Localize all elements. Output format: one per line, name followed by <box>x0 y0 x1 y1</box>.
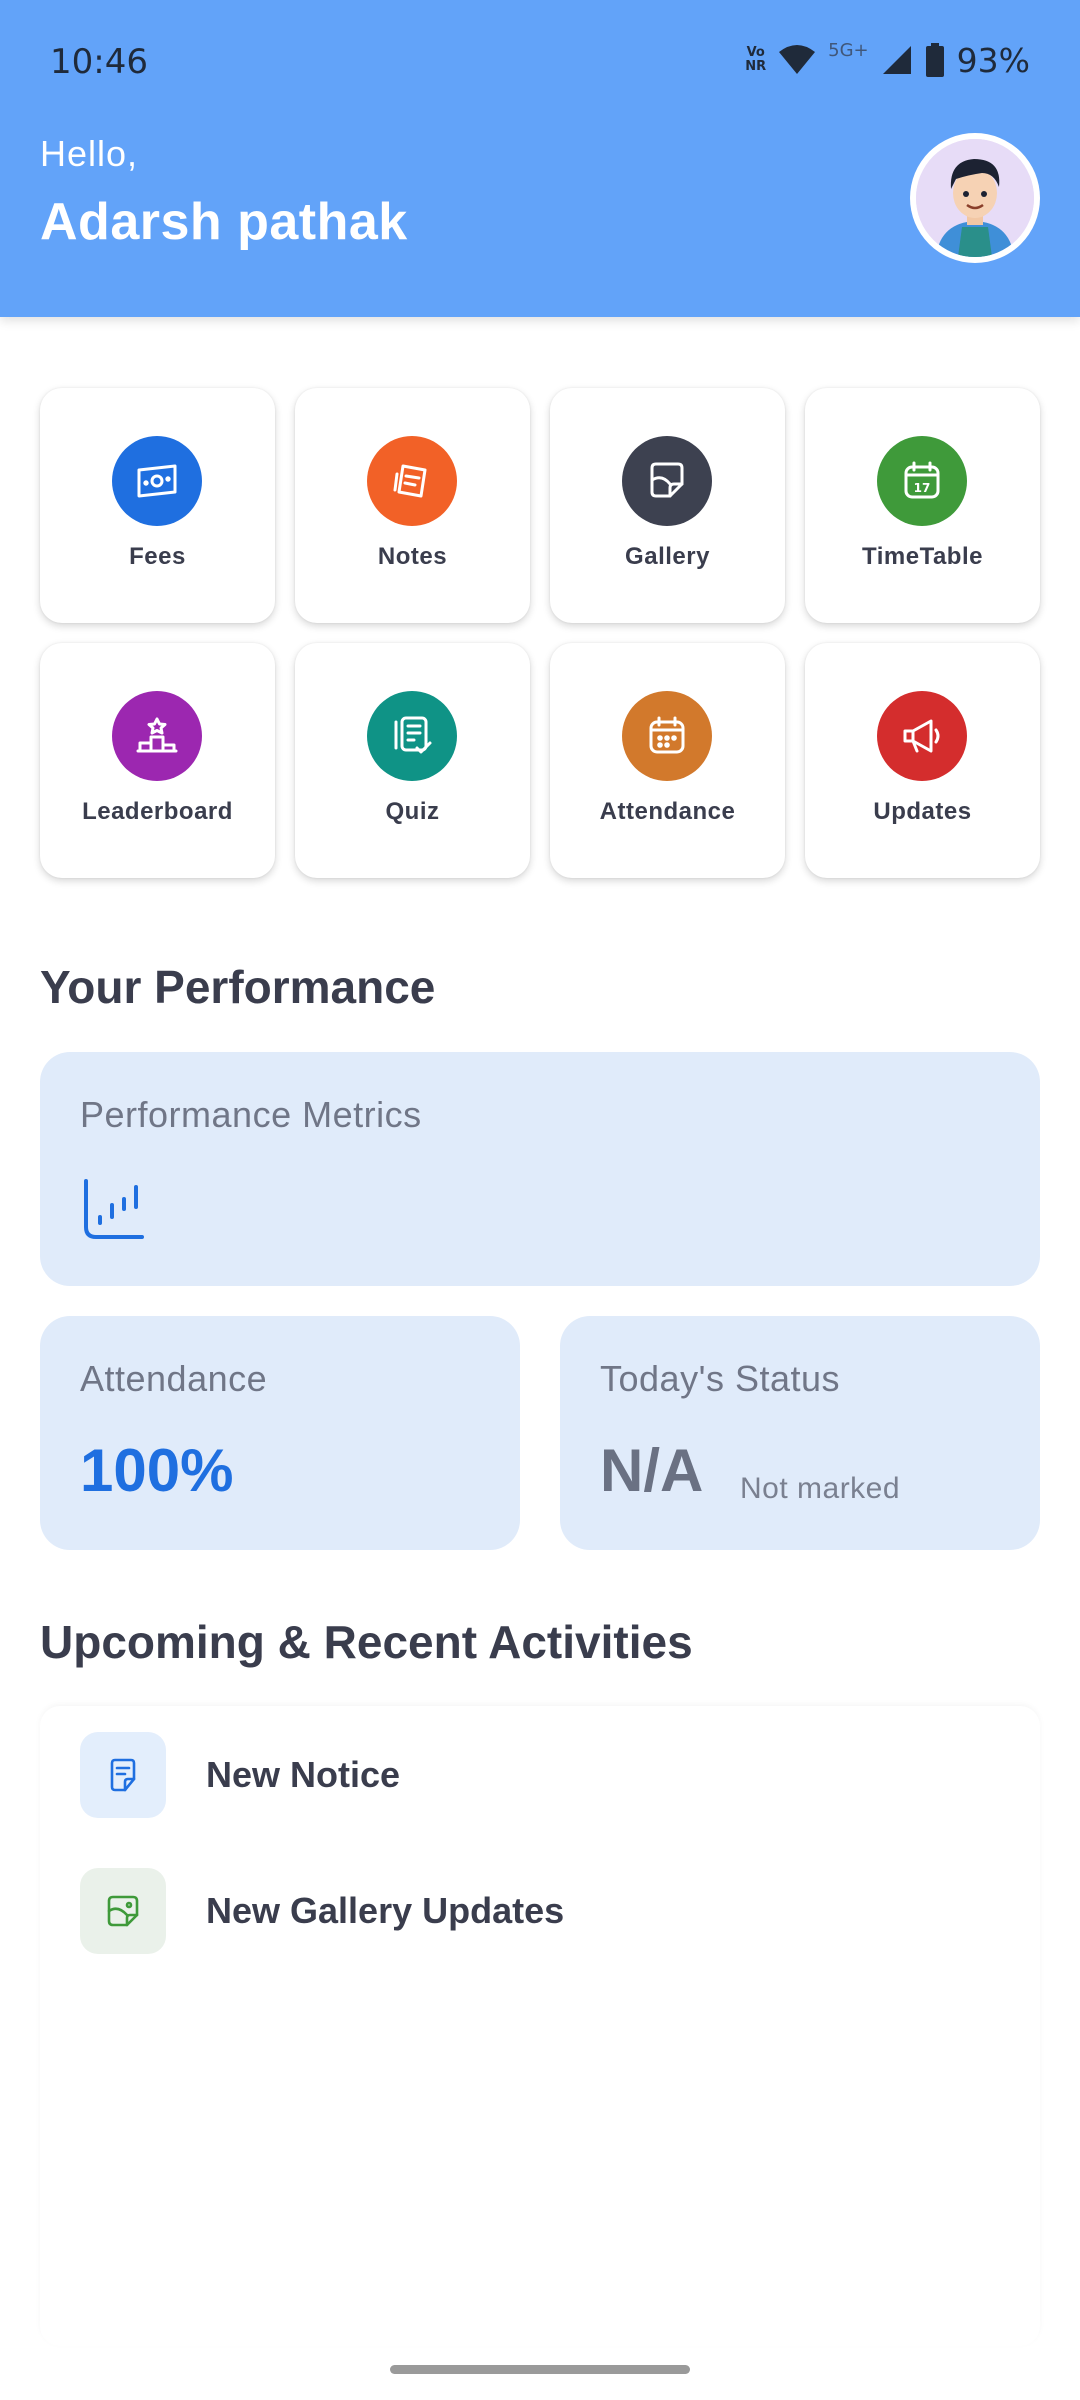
menu-tile-label: Notes <box>377 543 448 570</box>
gallery-icon <box>622 436 712 526</box>
menu-tile-label: Quiz <box>385 798 440 825</box>
status-icons: Vo NR 5G+ 93% <box>745 40 1030 80</box>
activity-item-gallery-updates[interactable]: New Gallery Updates <box>80 1868 980 1954</box>
performance-metrics-title: Performance Metrics <box>80 1094 422 1135</box>
money-icon <box>112 436 202 526</box>
menu-tile-notes[interactable]: Notes <box>295 388 530 623</box>
today-status-title: Today's Status <box>600 1358 840 1399</box>
home-indicator[interactable] <box>390 2365 690 2374</box>
menu-tile-updates[interactable]: Updates <box>805 643 1040 878</box>
menu-tile-quiz[interactable]: Quiz <box>295 643 530 878</box>
activities-panel: New Notice New Gallery Updates <box>40 1706 1040 2346</box>
attendance-card-title: Attendance <box>80 1358 268 1399</box>
menu-tile-gallery[interactable]: Gallery <box>550 388 785 623</box>
megaphone-icon <box>877 691 967 781</box>
greeting-text: Hello, <box>40 133 139 174</box>
attendance-icon <box>622 691 712 781</box>
today-status-value: N/A <box>600 1437 704 1504</box>
performance-section-title: Your Performance <box>40 961 436 1013</box>
activity-item-new-notice[interactable]: New Notice <box>80 1732 980 1818</box>
signal-icon <box>882 46 911 74</box>
activity-label: New Notice <box>206 1754 401 1795</box>
menu-tile-fees[interactable]: Fees <box>40 388 275 623</box>
performance-metrics-card[interactable]: Performance Metrics <box>40 1052 1040 1286</box>
menu-tile-label: Leaderboard <box>82 798 233 825</box>
network-type-label: 5G+ <box>828 39 869 61</box>
menu-tile-label: Attendance <box>599 798 736 825</box>
battery-icon <box>925 43 944 77</box>
wifi-icon <box>779 45 816 74</box>
status-time: 10:46 <box>50 42 148 82</box>
podium-icon <box>112 691 202 781</box>
menu-tile-attendance[interactable]: Attendance <box>550 643 785 878</box>
calendar-icon: 17 <box>877 436 967 526</box>
activity-label: New Gallery Updates <box>206 1890 565 1931</box>
battery-level: 93% <box>956 40 1030 80</box>
avatar-icon <box>916 139 1034 257</box>
calendar-day-number: 17 <box>914 481 931 495</box>
today-status-card[interactable]: Today's Status N/A Not marked <box>560 1316 1040 1550</box>
menu-tile-label: Gallery <box>625 543 710 570</box>
profile-avatar-button[interactable] <box>910 133 1040 263</box>
volte-icon: Vo NR <box>745 45 767 74</box>
attendance-card[interactable]: Attendance 100% <box>40 1316 520 1550</box>
app-header: 10:46 Vo NR 5G+ 93% Hello, Adarsh pathak <box>0 0 1080 317</box>
menu-tile-label: TimeTable <box>862 543 983 570</box>
notes-icon <box>367 436 457 526</box>
status-bar: 10:46 Vo NR 5G+ 93% <box>0 0 1080 120</box>
quiz-icon <box>367 691 457 781</box>
menu-tile-leaderboard[interactable]: Leaderboard <box>40 643 275 878</box>
menu-tile-timetable[interactable]: 17 TimeTable <box>805 388 1040 623</box>
today-status-note: Not marked <box>740 1472 901 1505</box>
menu-tile-label: Updates <box>873 798 972 825</box>
user-name: Adarsh pathak <box>40 193 408 251</box>
attendance-percentage: 100% <box>80 1437 234 1504</box>
gallery-update-icon <box>80 1868 166 1954</box>
notice-icon <box>80 1732 166 1818</box>
chart-icon <box>84 1179 144 1239</box>
menu-tile-label: Fees <box>129 543 186 570</box>
activities-section-title: Upcoming & Recent Activities <box>40 1616 693 1668</box>
menu-grid: Fees Notes Gallery 17 TimeTable Leaderbo… <box>40 388 1040 878</box>
